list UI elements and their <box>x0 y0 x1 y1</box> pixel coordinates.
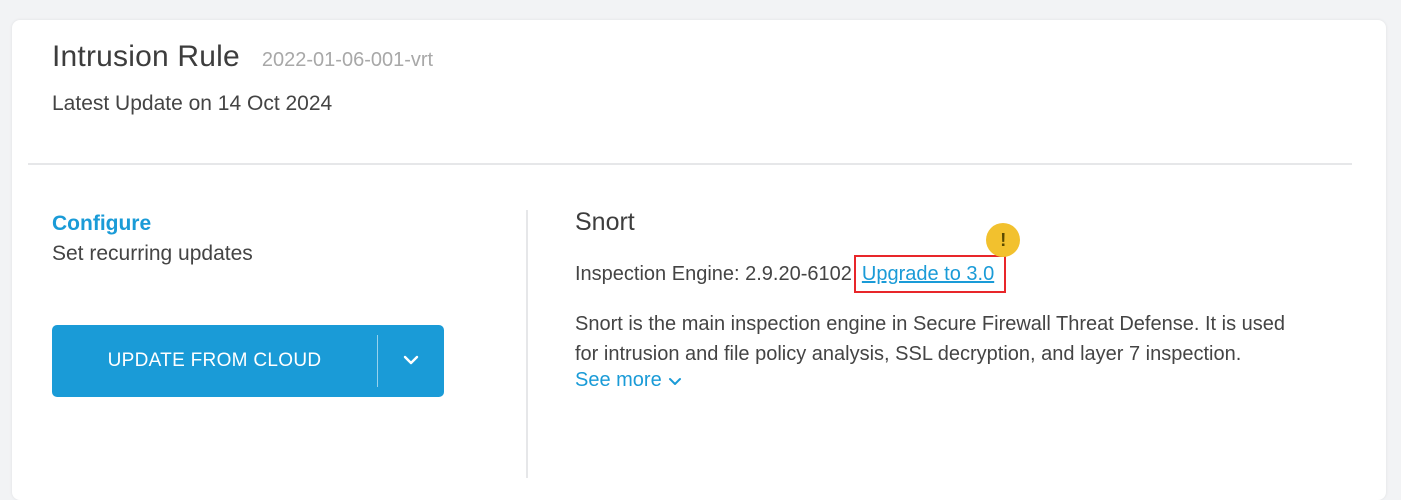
snort-section: Snort Inspection Engine: 2.9.20-6102 Upg… <box>575 208 1335 392</box>
column-divider <box>526 210 528 478</box>
title-row: Intrusion Rule 2022-01-06-001-vrt <box>52 40 433 74</box>
chevron-down-icon <box>668 369 682 392</box>
recurring-updates-text: Set recurring updates <box>52 242 253 265</box>
snort-description: Snort is the main inspection engine in S… <box>575 313 1285 365</box>
chevron-down-icon <box>403 352 419 370</box>
update-from-cloud-split-button: UPDATE FROM CLOUD <box>52 325 444 397</box>
card-header: Intrusion Rule 2022-01-06-001-vrt Latest… <box>52 40 433 116</box>
upgrade-to-3-link[interactable]: Upgrade to 3.0 <box>862 263 994 286</box>
snort-title: Snort <box>575 208 635 236</box>
configure-section: Configure Set recurring updates <box>52 212 253 266</box>
latest-update-text: Latest Update on 14 Oct 2024 <box>52 92 333 115</box>
configure-link[interactable]: Configure <box>52 212 253 236</box>
update-from-cloud-button[interactable]: UPDATE FROM CLOUD <box>52 325 377 397</box>
upgrade-highlight-box: Upgrade to 3.0 ! <box>853 223 1021 293</box>
header-divider <box>28 163 1352 165</box>
see-more-link[interactable]: See more <box>575 369 1335 392</box>
warning-icon: ! <box>986 223 1021 257</box>
rule-version: 2022-01-06-001-vrt <box>261 49 434 71</box>
card-title: Intrusion Rule <box>52 40 240 73</box>
inspection-engine-row: Inspection Engine: 2.9.20-6102 Upgrade t… <box>575 223 1335 293</box>
inspection-engine-version: Inspection Engine: 2.9.20-6102 <box>575 262 852 285</box>
update-options-dropdown-button[interactable] <box>378 325 444 397</box>
see-more-label: See more <box>575 369 662 391</box>
